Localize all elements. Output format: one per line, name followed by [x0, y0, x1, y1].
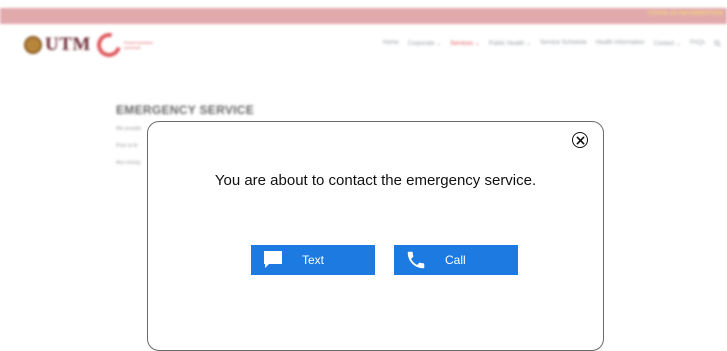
- logo-subtitle: Pusat Kesihatan Universiti: [123, 40, 153, 50]
- nav-item-contact[interactable]: Contact ⌄: [654, 40, 681, 49]
- close-button[interactable]: [572, 132, 588, 148]
- crescent-icon: [92, 28, 126, 62]
- nav-item-public-health[interactable]: Public Health ⌄: [489, 40, 531, 49]
- main-nav: Home Corporate ⌄ Services ⌄ Public Healt…: [383, 40, 721, 49]
- close-icon: [576, 136, 584, 144]
- nav-item-health-information[interactable]: Health Information: [596, 40, 645, 49]
- covid-info-link[interactable]: COVID-19 INFORMATION: [648, 11, 723, 17]
- call-button-label: Call: [445, 253, 466, 267]
- nav-item-services[interactable]: Services ⌄: [450, 40, 480, 49]
- text-button[interactable]: Text: [251, 245, 375, 275]
- logo-text: UTM: [45, 34, 91, 55]
- nav-item-faqs[interactable]: FAQs: [690, 40, 705, 49]
- content-line: We provide: [116, 126, 142, 132]
- crest-icon: [24, 36, 42, 54]
- content-line: Prior to fe: [116, 143, 138, 149]
- top-bar: COVID-19 INFORMATION: [0, 8, 727, 24]
- page-title: EMERGENCY SERVICE: [116, 103, 255, 117]
- nav-item-service-schedule[interactable]: Service Schedule: [540, 40, 587, 49]
- call-button[interactable]: Call: [394, 245, 518, 275]
- site-header: UTM Pusat Kesihatan Universiti Home Corp…: [0, 24, 727, 64]
- emergency-dialog: You are about to contact the emergency s…: [147, 121, 604, 351]
- nav-item-home[interactable]: Home: [383, 40, 399, 49]
- text-button-label: Text: [302, 253, 325, 267]
- chat-bubble-icon: [262, 249, 284, 271]
- content-line: Any emerg: [116, 160, 141, 166]
- phone-icon: [405, 249, 427, 271]
- nav-item-corporate[interactable]: Corporate ⌄: [408, 40, 441, 49]
- site-logo[interactable]: UTM Pusat Kesihatan Universiti: [24, 28, 154, 62]
- search-icon[interactable]: [714, 40, 721, 49]
- dialog-message: You are about to contact the emergency s…: [214, 172, 537, 189]
